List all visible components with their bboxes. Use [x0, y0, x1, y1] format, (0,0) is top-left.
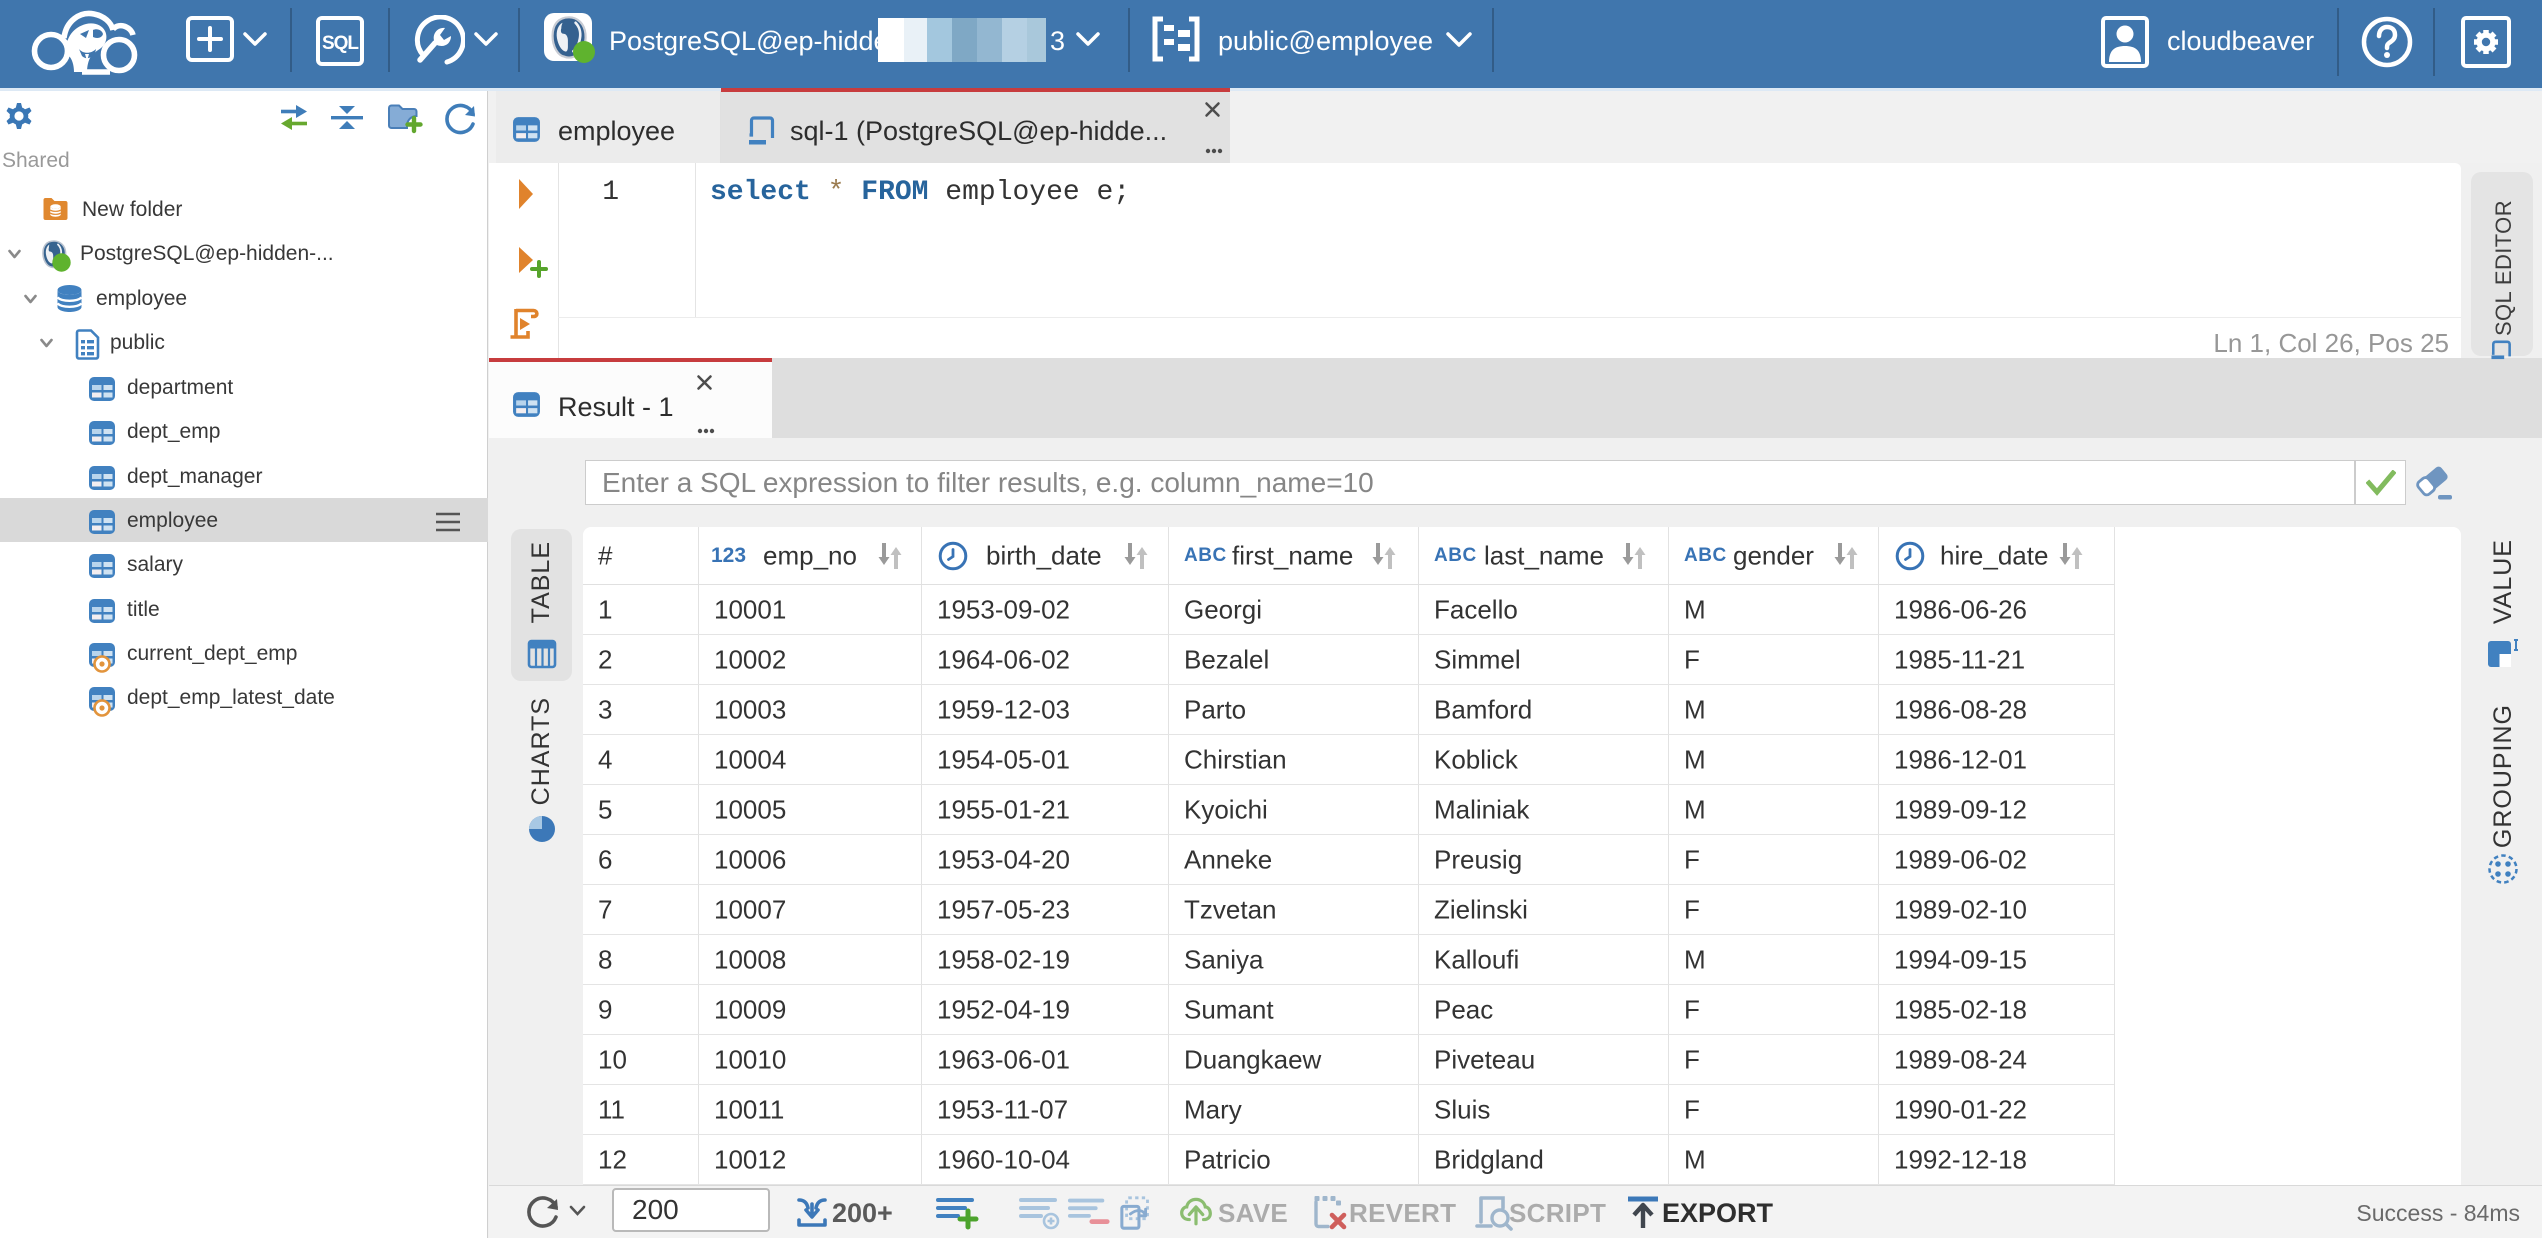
svg-text:SQL: SQL [322, 33, 359, 54]
